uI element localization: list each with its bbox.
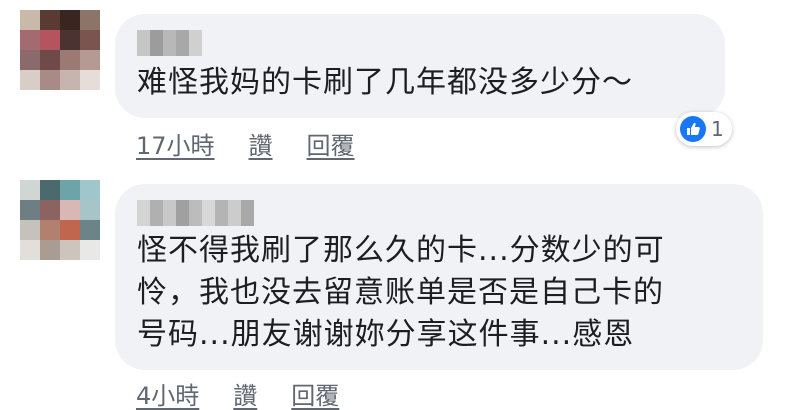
comment-actions: 4小時 讚 回覆 [136,376,373,410]
commenter-name[interactable] [137,30,202,56]
reply-button[interactable]: 回覆 [291,376,339,410]
reply-button[interactable]: 回覆 [307,126,355,161]
comment-actions: 17小時 讚 回覆 [136,126,389,161]
timestamp-link[interactable]: 17小時 [136,126,215,161]
comment-text-line: 怪不得我刷了那么久的卡...分数少的可 [137,233,665,268]
like-button[interactable]: 讚 [233,376,257,410]
comment-text: 难怪我妈的卡刷了几年都没多少分～ [137,65,633,100]
reaction-count: 1 [711,117,724,141]
like-button[interactable]: 讚 [249,126,273,161]
like-icon [680,116,706,142]
avatar[interactable] [20,180,100,260]
comments-thread: 难怪我妈的卡刷了几年都没多少分～ 1 17小時 讚 回覆 怪不得我刷了那么久的卡… [0,0,800,410]
avatar[interactable] [20,10,100,90]
commenter-name[interactable] [137,200,254,226]
comment-bubble: 难怪我妈的卡刷了几年都没多少分～ [115,14,725,118]
comment-bubble: 怪不得我刷了那么久的卡...分数少的可 怜，我也没去留意账单是否是自己卡的 号码… [115,184,763,370]
comment-text-line: 怜，我也没去留意账单是否是自己卡的 [137,275,664,310]
reaction-badge[interactable]: 1 [676,112,732,146]
comment-text-line: 号码...朋友谢谢妳分享这件事...感恩 [137,317,635,352]
timestamp-link[interactable]: 4小時 [136,376,199,410]
